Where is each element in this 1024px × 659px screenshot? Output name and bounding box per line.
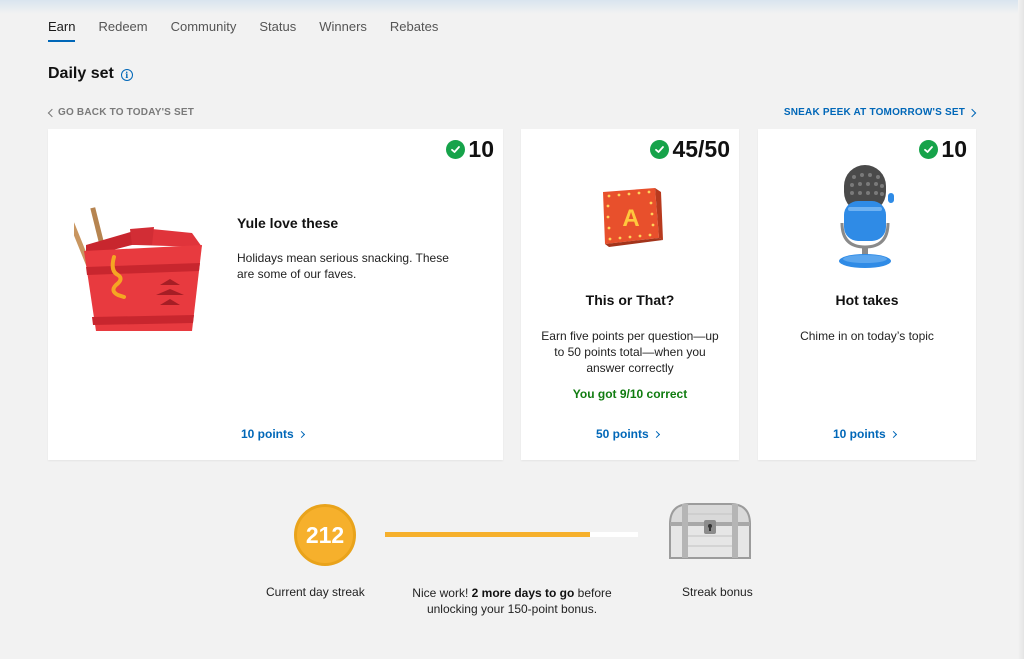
chevron-left-icon: [47, 108, 57, 117]
chevron-right-icon: [967, 108, 977, 117]
daily-card-yule[interactable]: 10 Yule love these Holidays mean serious…: [48, 129, 503, 460]
chevron-right-icon: [889, 430, 897, 438]
daily-card-hot-takes[interactable]: 10 Hot takes Chime in on today’s topic 1…: [758, 129, 976, 460]
points-badge: 10: [446, 136, 494, 163]
streak-message-highlight: 2 more days to go: [471, 586, 575, 600]
sneak-peek-label: SNEAK PEEK AT TOMORROW'S SET: [783, 107, 965, 118]
badge-value: 10: [468, 136, 494, 162]
top-header-shade: [0, 0, 1024, 14]
card-title: Hot takes: [835, 292, 899, 308]
badge-value: 10: [941, 136, 967, 162]
card-title: This or That?: [585, 292, 675, 308]
card-title: Yule love these: [237, 215, 339, 231]
svg-text:A: A: [622, 205, 639, 232]
tab-community[interactable]: Community: [171, 19, 237, 42]
streak-bonus-label: Streak bonus: [682, 585, 753, 599]
badge-value: 45/50: [672, 136, 730, 162]
check-icon: [650, 140, 670, 159]
microphone-icon: [834, 163, 900, 276]
points-link[interactable]: 10 points: [833, 427, 897, 441]
streak-count-badge: 212: [294, 504, 356, 566]
treasure-chest-icon: [666, 500, 754, 567]
tab-winners[interactable]: Winners: [319, 19, 367, 42]
takeout-box-icon: [66, 205, 206, 340]
points-link[interactable]: 10 points: [241, 427, 305, 441]
go-back-link[interactable]: GO BACK TO TODAY'S SET: [47, 107, 195, 118]
card-description: Holidays mean serious snacking. These ar…: [237, 251, 449, 281]
tab-earn[interactable]: Earn: [48, 19, 76, 42]
check-icon: [919, 140, 939, 159]
quiz-result: You got 9/10 correct: [572, 387, 688, 401]
streak-label: Current day streak: [266, 585, 365, 599]
points-link[interactable]: 50 points: [596, 427, 660, 441]
points-label: 50 points: [596, 427, 649, 441]
points-badge: 10: [919, 136, 967, 163]
points-label: 10 points: [833, 427, 886, 441]
page-title: Daily set: [48, 65, 114, 82]
streak-message: Nice work! 2 more days to go before unlo…: [400, 585, 624, 617]
check-icon: [446, 140, 466, 159]
info-icon[interactable]: i: [120, 68, 133, 81]
page-edge-shade: [1018, 0, 1024, 659]
points-label: 10 points: [241, 427, 294, 441]
sneak-peek-link[interactable]: SNEAK PEEK AT TOMORROW'S SET: [783, 107, 977, 118]
daily-set-header: Daily set i: [48, 65, 133, 83]
points-badge: 45/50: [650, 136, 730, 163]
streak-progress-bar: [385, 532, 638, 537]
tab-redeem[interactable]: Redeem: [98, 19, 147, 42]
letter-a-block-icon: A: [597, 184, 663, 253]
tab-rebates[interactable]: Rebates: [390, 19, 438, 42]
tab-status[interactable]: Status: [259, 19, 296, 42]
chevron-right-icon: [652, 430, 660, 438]
main-tabs: Earn Redeem Community Status Winners Reb…: [48, 19, 461, 42]
chevron-right-icon: [297, 430, 305, 438]
go-back-label: GO BACK TO TODAY'S SET: [58, 107, 195, 118]
card-description: Earn five points per question—up to 50 p…: [541, 329, 719, 375]
streak-progress-fill: [385, 532, 590, 537]
daily-card-this-or-that[interactable]: 45/50 A This or That? Earn five points p…: [521, 129, 739, 460]
streak-message-prefix: Nice work!: [412, 586, 472, 600]
card-description: Chime in on today’s topic: [800, 329, 934, 343]
